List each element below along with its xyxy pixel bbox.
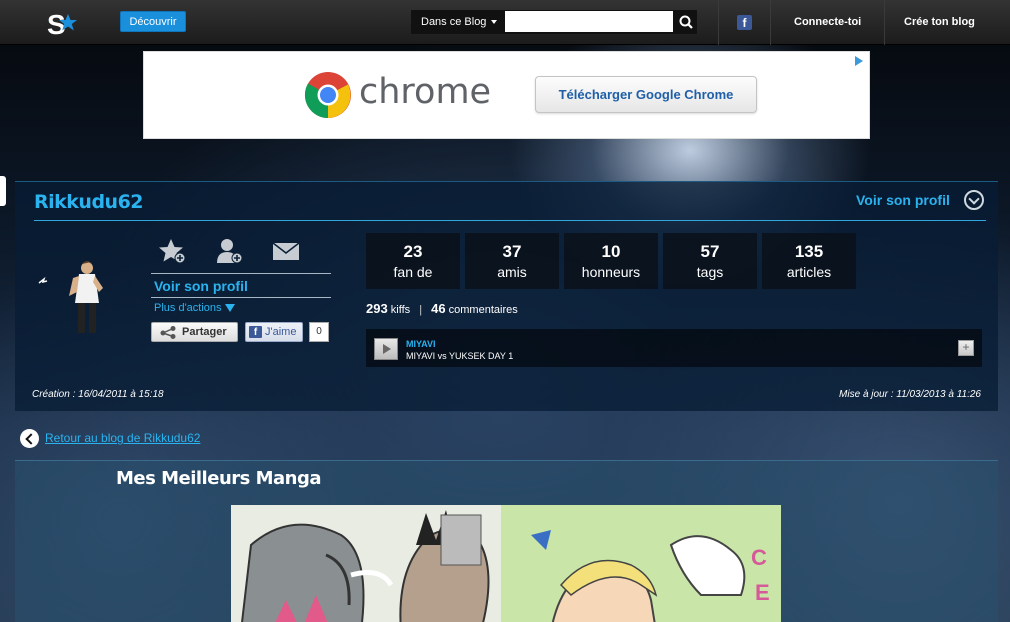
caret-down-icon xyxy=(491,20,498,25)
divider xyxy=(151,273,331,274)
share-button[interactable]: Partager xyxy=(151,322,238,342)
creation-date: Création : 16/04/2011 à 15:18 xyxy=(32,389,164,400)
stat-number: 57 xyxy=(700,242,720,261)
stat-articles[interactable]: 135 articles xyxy=(762,233,856,289)
adchoices-icon[interactable] xyxy=(855,56,863,66)
search-bar: Dans ce Blog xyxy=(411,10,697,34)
profile-name[interactable]: Rikkudu62 xyxy=(34,191,144,213)
stat-label: honneurs xyxy=(581,264,641,280)
stat-fans[interactable]: 23 fan de xyxy=(366,233,460,289)
add-fan-star-icon[interactable] xyxy=(158,237,188,265)
divider xyxy=(770,0,771,45)
stat-friends[interactable]: 37 amis xyxy=(465,233,559,289)
envelope-icon[interactable] xyxy=(271,237,301,265)
side-tab[interactable] xyxy=(0,176,6,206)
caret-down-icon xyxy=(224,304,235,313)
decouvrir-button[interactable]: Découvrir xyxy=(120,11,186,32)
divider: | xyxy=(419,304,423,316)
svg-text:S: S xyxy=(47,9,66,40)
voir-profil-link[interactable]: Voir son profil xyxy=(154,278,248,294)
search-scope-dropdown[interactable]: Dans ce Blog xyxy=(411,10,505,34)
chevron-down-icon[interactable] xyxy=(964,190,984,210)
stat-label: articles xyxy=(786,264,832,280)
facebook-icon[interactable]: f xyxy=(737,15,752,30)
music-player: MIYAVI MIYAVI vs YUKSEK DAY 1 + xyxy=(366,329,982,367)
stat-number: 37 xyxy=(502,242,522,261)
facebook-like-button[interactable]: f J'aime xyxy=(245,322,303,342)
kiffs-label: kiffs xyxy=(390,304,411,316)
avatar[interactable] xyxy=(35,258,123,338)
back-to-blog-link[interactable]: Retour au blog de Rikkudu62 xyxy=(45,431,200,445)
plus-actions-label: Plus d'actions xyxy=(154,302,222,314)
like-count: 0 xyxy=(309,322,329,342)
skyrock-logo-icon[interactable]: S xyxy=(44,6,78,40)
add-friend-icon[interactable] xyxy=(215,237,245,265)
connect-link[interactable]: Connecte-toi xyxy=(794,0,861,45)
search-input[interactable] xyxy=(505,11,673,32)
share-icon xyxy=(160,326,176,339)
voir-profil-top-link[interactable]: Voir son profil xyxy=(856,192,950,208)
sfx-text: E xyxy=(755,580,770,605)
divider xyxy=(718,0,719,45)
stat-label: tags xyxy=(696,264,724,280)
download-chrome-button[interactable]: Télécharger Google Chrome xyxy=(535,76,757,113)
kiffs-comments-summary: 293 kiffs | 46 commentaires xyxy=(366,301,518,316)
comments-count: 46 xyxy=(431,301,446,316)
stat-label: amis xyxy=(497,264,527,280)
track-artist[interactable]: MIYAVI xyxy=(406,339,436,349)
divider xyxy=(34,220,986,221)
play-icon[interactable] xyxy=(374,338,398,360)
create-blog-link[interactable]: Crée ton blog xyxy=(904,0,975,45)
plus-actions-menu[interactable]: Plus d'actions xyxy=(154,302,235,314)
stat-number: 10 xyxy=(601,242,621,261)
stat-number: 23 xyxy=(403,242,423,261)
like-label: J'aime xyxy=(265,326,297,338)
stat-tags[interactable]: 57 tags xyxy=(663,233,757,289)
track-title: MIYAVI vs YUKSEK DAY 1 xyxy=(406,351,514,361)
ad-banner[interactable]: chrome Télécharger Google Chrome xyxy=(143,51,870,139)
manga-image: C E xyxy=(231,505,781,622)
top-bar: S Découvrir Dans ce Blog f Connecte-toi … xyxy=(0,0,1010,45)
search-scope-label: Dans ce Blog xyxy=(421,16,487,28)
update-date: Mise à jour : 11/03/2013 à 11:26 xyxy=(839,389,981,400)
share-label: Partager xyxy=(182,326,227,338)
divider xyxy=(884,0,885,45)
article-title: Mes Meilleurs Manga xyxy=(116,468,322,489)
divider xyxy=(151,297,331,298)
comments-label: commentaires xyxy=(448,304,518,316)
stat-label: fan de xyxy=(393,264,433,280)
sfx-text: C xyxy=(751,545,767,570)
facebook-icon: f xyxy=(249,326,262,338)
profile-panel: Rikkudu62 Voir son profil Voir son profi… xyxy=(15,181,998,411)
stat-honors[interactable]: 10 honneurs xyxy=(564,233,658,289)
search-icon[interactable] xyxy=(675,10,697,34)
kiffs-count: 293 xyxy=(366,301,388,316)
chevron-left-icon[interactable] xyxy=(20,429,39,448)
chrome-wordmark: chrome xyxy=(359,72,492,112)
stat-number: 135 xyxy=(794,242,824,261)
add-track-button[interactable]: + xyxy=(958,340,974,356)
chrome-logo-icon xyxy=(304,72,351,119)
article: Mes Meilleurs Manga C E xyxy=(15,460,998,622)
